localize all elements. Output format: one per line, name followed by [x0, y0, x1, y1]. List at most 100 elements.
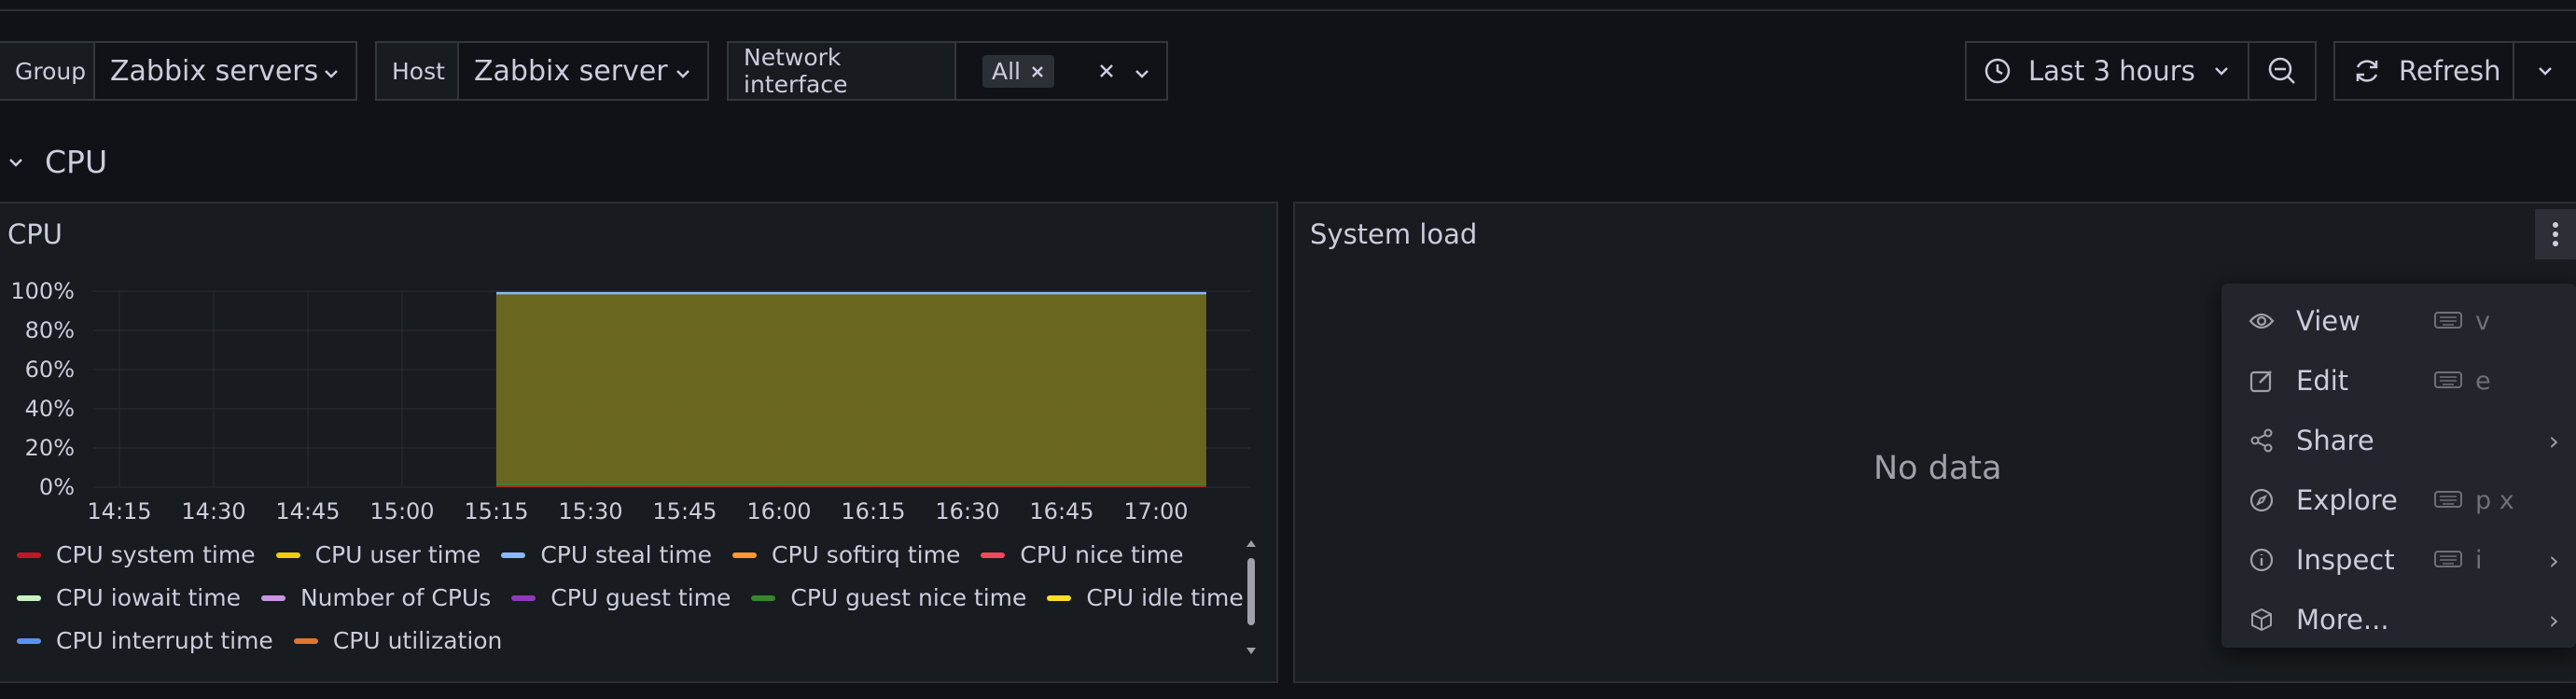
legend-label: CPU idle time	[1086, 584, 1244, 611]
panel-context-menu: View v Edit e Share › Explore p x Inspec…	[2221, 284, 2576, 648]
zoom-out-icon	[2267, 56, 2297, 86]
panel-title: System load	[1310, 218, 1478, 250]
legend-swatch	[17, 594, 41, 601]
panel-menu-button[interactable]	[2535, 209, 2576, 259]
host-variable-value: Zabbix server	[474, 54, 668, 88]
legend-item[interactable]: CPU user time	[275, 541, 481, 568]
legend-swatch	[260, 594, 285, 601]
legend-label: Number of CPUs	[299, 584, 492, 611]
clear-icon[interactable]	[1097, 55, 1116, 88]
x-tick-label: 14:30	[181, 498, 245, 524]
menu-item-more[interactable]: More... ›	[2221, 592, 2576, 648]
chevron-down-icon	[2536, 64, 2555, 77]
x-tick-label: 14:45	[275, 498, 340, 524]
legend-label: CPU user time	[314, 541, 481, 568]
x-tick-label: 15:45	[652, 498, 717, 524]
network-interface-select[interactable]: All	[954, 41, 1168, 101]
shortcut-key: i	[2475, 545, 2483, 575]
legend-item[interactable]: CPU utilization	[293, 627, 503, 654]
legend-swatch	[1047, 594, 1072, 601]
group-variable-select[interactable]: Zabbix servers	[93, 41, 357, 101]
x-tick-label: 15:15	[464, 498, 528, 524]
legend-item[interactable]: CPU softirq time	[732, 541, 960, 568]
legend-scrollbar[interactable]	[1245, 536, 1258, 659]
legend-label: CPU utilization	[332, 627, 503, 654]
menu-item-label: Edit	[2296, 365, 2349, 397]
x-tick-label: 16:30	[935, 498, 999, 524]
y-tick-label: 40%	[25, 396, 75, 422]
row-title: CPU	[45, 144, 108, 180]
chevron-down-icon	[1133, 55, 1151, 88]
shortcut-key: v	[2475, 306, 2490, 336]
legend-label: CPU system time	[56, 541, 256, 568]
refresh-button[interactable]: Refresh	[2333, 41, 2514, 101]
network-chip-label: All	[992, 57, 1021, 85]
legend-label: CPU softirq time	[772, 541, 961, 568]
menu-item-view[interactable]: View v	[2221, 293, 2576, 349]
edit-icon	[2246, 368, 2277, 394]
menu-item-label: Share	[2296, 425, 2374, 456]
network-chip[interactable]: All	[982, 54, 1054, 88]
legend-item[interactable]: CPU nice time	[981, 541, 1183, 568]
x-tick-label: 15:30	[558, 498, 622, 524]
zoom-out-button[interactable]	[2248, 41, 2317, 101]
menu-item-explore[interactable]: Explore p x	[2221, 472, 2576, 528]
chart-legend: CPU system time CPU user time CPU steal ti…	[0, 539, 1244, 679]
legend-item[interactable]: CPU iowait time	[17, 584, 241, 611]
menu-item-share[interactable]: Share ›	[2221, 412, 2576, 468]
x-tick-label: 15:00	[369, 498, 434, 524]
legend-item[interactable]: CPU system time	[17, 541, 256, 568]
x-tick-label: 16:45	[1029, 498, 1093, 524]
y-tick-label: 80%	[25, 317, 75, 343]
idle-time-area	[496, 293, 1206, 487]
menu-item-label: More...	[2296, 604, 2389, 636]
menu-item-inspect[interactable]: Inspect i ›	[2221, 532, 2576, 588]
chevron-right-icon: ›	[2548, 425, 2559, 456]
legend-label: CPU iowait time	[56, 584, 241, 611]
time-range-label: Last 3 hours	[2028, 55, 2195, 87]
chevron-down-icon	[7, 157, 24, 168]
shortcut-key: e	[2475, 366, 2491, 396]
legend-item[interactable]: CPU guest time	[511, 584, 731, 611]
legend-label: CPU steal time	[540, 541, 713, 568]
menu-item-label: Explore	[2296, 484, 2398, 516]
legend-item[interactable]: CPU idle time	[1047, 584, 1244, 611]
chevron-right-icon: ›	[2548, 544, 2559, 576]
legend-item[interactable]: CPU guest nice time	[751, 584, 1026, 611]
refresh-interval-dropdown[interactable]	[2513, 41, 2576, 101]
chevron-right-icon: ›	[2548, 604, 2559, 636]
legend-swatch	[751, 594, 776, 601]
legend-swatch	[275, 552, 300, 558]
info-icon	[2246, 547, 2277, 573]
y-tick-label: 60%	[25, 356, 75, 383]
chip-remove-icon[interactable]	[1030, 58, 1045, 85]
chevron-down-icon	[322, 55, 341, 88]
group-variable-value: Zabbix servers	[110, 54, 319, 88]
time-range-picker[interactable]: Last 3 hours	[1965, 41, 2249, 101]
y-axis-ticks: 100% 80% 60% 40% 20% 0%	[10, 278, 75, 500]
keyboard-icon	[2434, 486, 2462, 515]
legend-label: CPU guest time	[550, 584, 731, 611]
network-interface-label: Network interface	[727, 41, 956, 101]
x-tick-label: 16:15	[841, 498, 905, 524]
legend-label: CPU nice time	[1020, 541, 1184, 568]
top-divider	[0, 0, 2576, 11]
no-data-message: No data	[1873, 450, 2002, 487]
legend-label: CPU guest nice time	[790, 584, 1027, 611]
menu-item-edit[interactable]: Edit e	[2221, 353, 2576, 409]
legend-swatch	[501, 552, 526, 558]
panel-title: CPU	[7, 218, 63, 250]
keyboard-icon	[2434, 307, 2462, 336]
cube-icon	[2246, 607, 2277, 633]
legend-item[interactable]: CPU interrupt time	[17, 627, 273, 654]
legend-swatch	[981, 552, 1006, 558]
kebab-menu-icon	[2552, 221, 2559, 247]
shortcut-key: p x	[2475, 485, 2514, 515]
host-variable-select[interactable]: Zabbix server	[457, 41, 709, 101]
legend-item[interactable]: Number of CPUs	[260, 584, 492, 611]
chevron-down-icon	[2212, 64, 2231, 77]
legend-label: CPU interrupt time	[56, 627, 273, 654]
row-header-cpu[interactable]: CPU	[7, 144, 107, 180]
legend-item[interactable]: CPU steal time	[501, 541, 712, 568]
share-icon	[2246, 427, 2277, 454]
